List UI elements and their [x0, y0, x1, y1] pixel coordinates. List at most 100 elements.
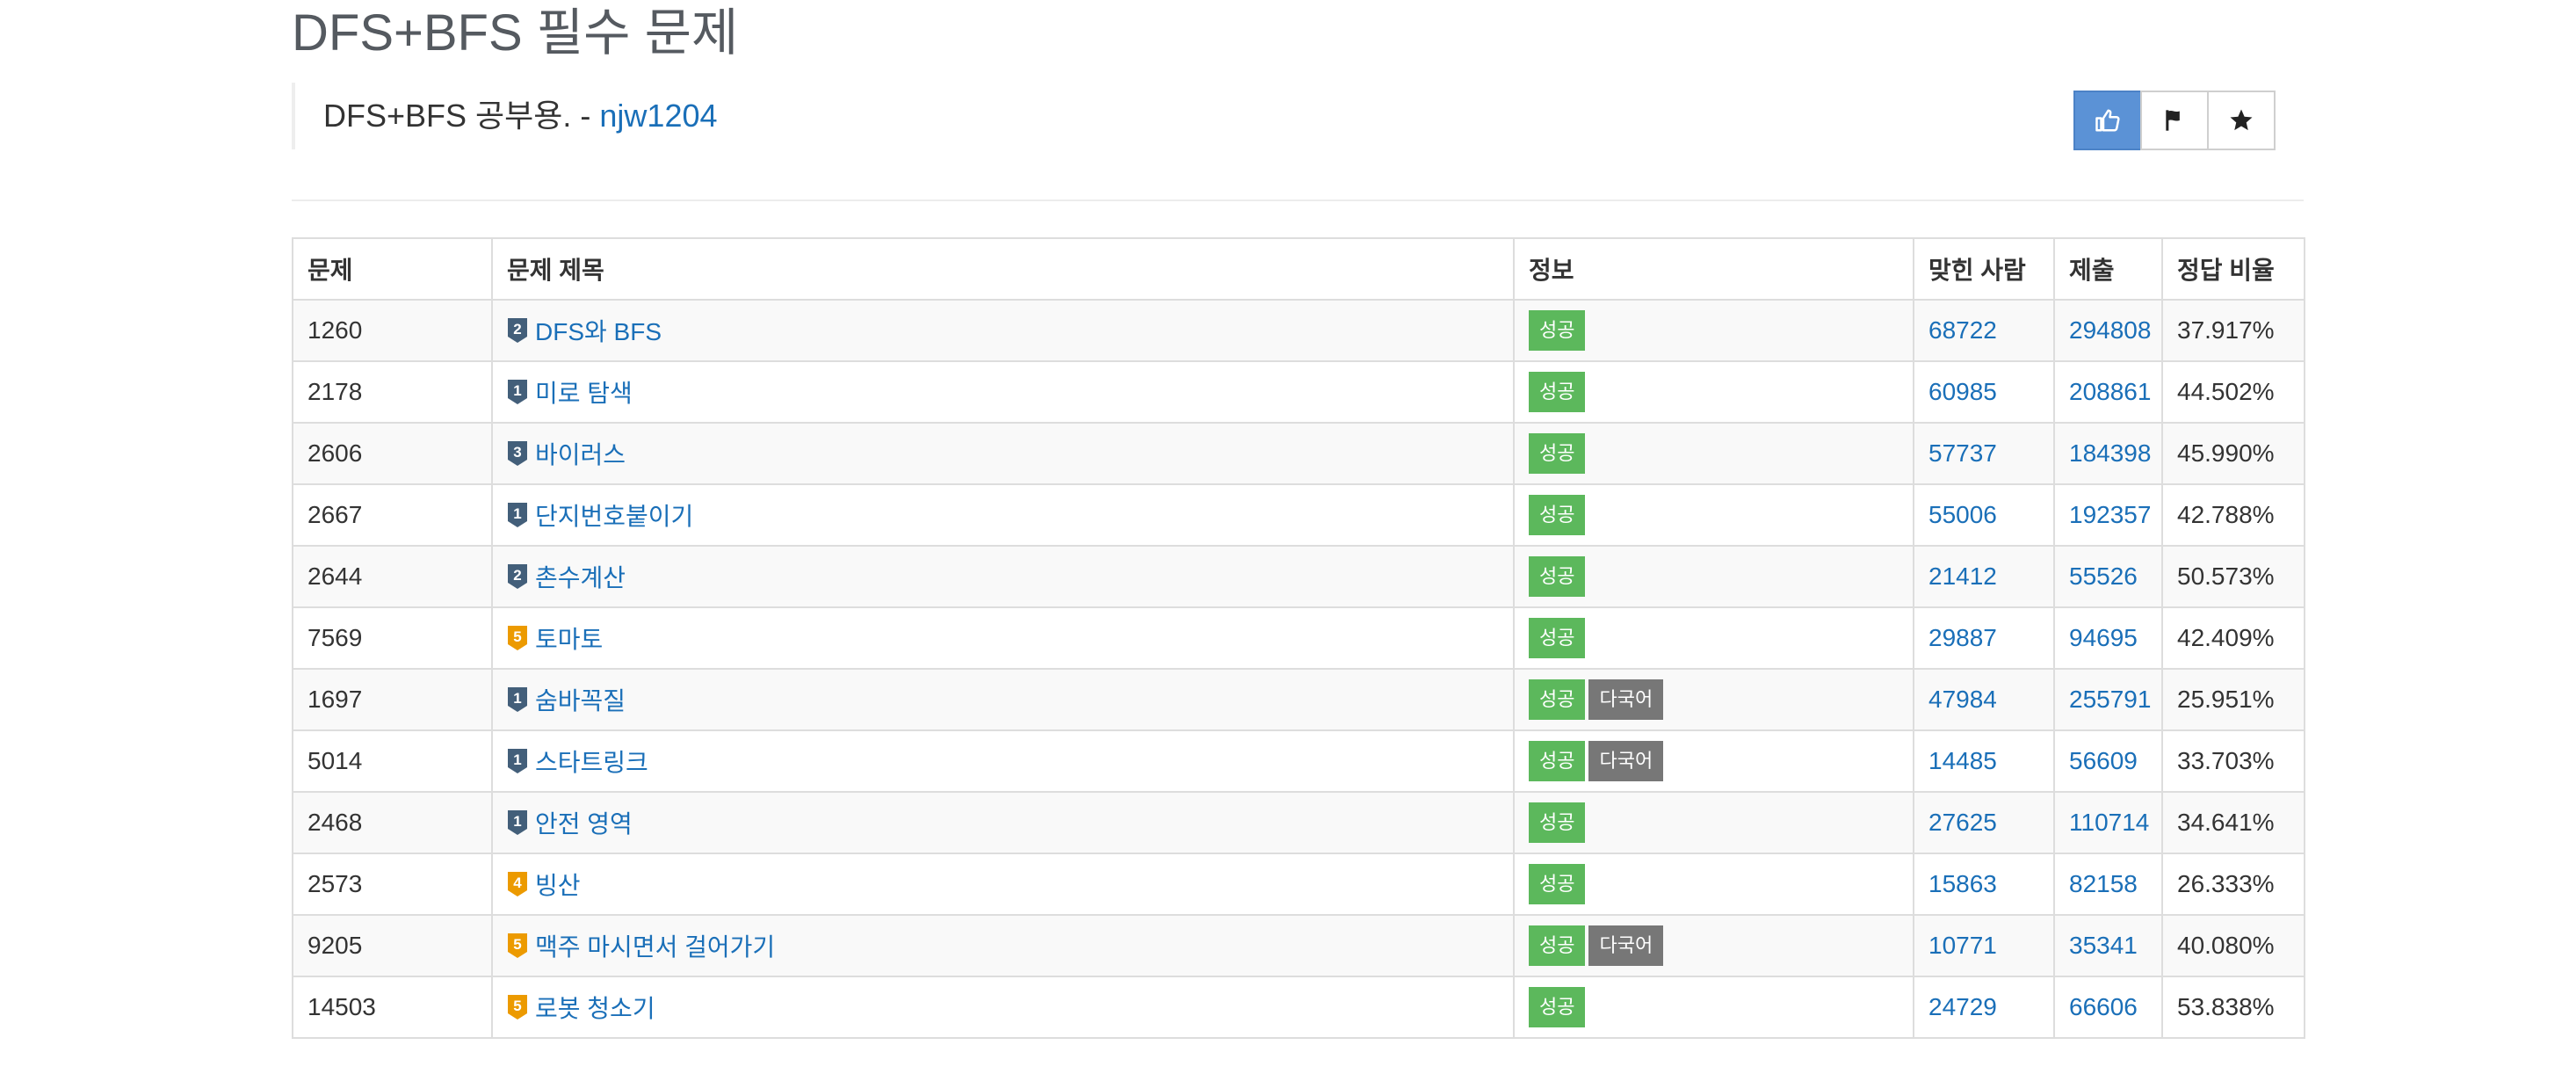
solved-count: 24729: [1913, 976, 2055, 1039]
problem-id: 2667: [292, 483, 493, 547]
submit-count-link[interactable]: 56609: [2069, 747, 2138, 774]
flag-button[interactable]: [2140, 91, 2209, 150]
svg-text:3: 3: [513, 444, 521, 461]
result-label-success: 성공: [1529, 495, 1586, 535]
problem-title-link[interactable]: 빙산: [535, 872, 581, 899]
solved-count: 47984: [1913, 668, 2055, 731]
solved-count-link[interactable]: 68722: [1928, 316, 1997, 344]
accept-ratio: 42.409%: [2161, 606, 2305, 670]
accept-ratio: 26.333%: [2161, 853, 2305, 916]
problem-title-link[interactable]: 단지번호붙이기: [535, 503, 693, 530]
submit-count-link[interactable]: 255791: [2069, 686, 2151, 713]
problem-title-link[interactable]: 토마토: [535, 626, 603, 653]
submit-count-link[interactable]: 192357: [2069, 501, 2151, 528]
problem-id: 14503: [292, 976, 493, 1039]
header-accept-ratio[interactable]: 정답 비율: [2161, 237, 2305, 301]
accept-ratio: 37.917%: [2161, 299, 2305, 362]
author-link[interactable]: njw1204: [599, 98, 717, 134]
problem-info: 성공 다국어: [1513, 729, 1914, 793]
solved-count-link[interactable]: 55006: [1928, 501, 1997, 528]
problem-rows: 1260 2 DFS와 BFS 성공 68722 294808 37.917% 2178 1 미로…: [292, 299, 2305, 1039]
svg-text:1: 1: [513, 382, 521, 399]
problem-title-link[interactable]: 촌수계산: [535, 564, 626, 591]
problem-info: 성공: [1513, 976, 1914, 1039]
problem-id: 2468: [292, 791, 493, 854]
problem-id: 2644: [292, 545, 493, 608]
problem-title-link[interactable]: 스타트링크: [535, 749, 648, 776]
problem-title-link[interactable]: 바이러스: [535, 441, 626, 468]
solved-count-link[interactable]: 47984: [1928, 686, 1997, 713]
solved-count-link[interactable]: 21412: [1928, 562, 1997, 590]
solved-count-link[interactable]: 15863: [1928, 870, 1997, 897]
problem-info: 성공: [1513, 360, 1914, 424]
solved-count-link[interactable]: 60985: [1928, 378, 1997, 405]
table-row: 1697 1 숨바꼭질 성공 다국어 47984 255791 25.951%: [292, 668, 2305, 731]
submit-count-link[interactable]: 208861: [2069, 378, 2151, 405]
tier-badge-icon: 3: [508, 441, 527, 466]
table-row: 5014 1 스타트링크 성공 다국어 14485 56609 33.703%: [292, 729, 2305, 793]
solved-count: 27625: [1913, 791, 2055, 854]
table-row: 9205 5 맥주 마시면서 걸어가기 성공 다국어 10771 35341 40.080%: [292, 914, 2305, 977]
tier-badge-icon: 4: [508, 872, 527, 896]
solved-count-link[interactable]: 10771: [1928, 932, 1997, 959]
submit-count-link[interactable]: 294808: [2069, 316, 2151, 344]
solved-count: 57737: [1913, 422, 2055, 485]
table-row: 14503 5 로봇 청소기 성공 24729 66606 53.838%: [292, 976, 2305, 1039]
result-label-success: 성공: [1529, 987, 1586, 1027]
problem-title-link[interactable]: 안전 영역: [535, 810, 633, 838]
solved-count: 15863: [1913, 853, 2055, 916]
solved-count-link[interactable]: 27625: [1928, 809, 1997, 836]
star-button[interactable]: [2207, 91, 2276, 150]
result-label-success: 성공: [1529, 618, 1586, 658]
problem-id: 5014: [292, 729, 493, 793]
solved-count: 29887: [1913, 606, 2055, 670]
solved-count-link[interactable]: 57737: [1928, 439, 1997, 467]
problem-title-link[interactable]: 미로 탐색: [535, 380, 633, 407]
svg-text:2: 2: [513, 567, 521, 584]
flag-icon: [2166, 110, 2180, 131]
solved-count-link[interactable]: 29887: [1928, 624, 1997, 651]
svg-text:1: 1: [513, 505, 521, 522]
problem-title-link[interactable]: 로봇 청소기: [535, 995, 655, 1022]
submit-count-link[interactable]: 94695: [2069, 624, 2138, 651]
problem-title-cell: 5 로봇 청소기: [491, 976, 1515, 1039]
submit-count-link[interactable]: 35341: [2069, 932, 2138, 959]
header-info[interactable]: 정보: [1513, 237, 1914, 301]
solved-count-link[interactable]: 24729: [1928, 993, 1997, 1020]
header-solved-count[interactable]: 맞힌 사람: [1913, 237, 2055, 301]
result-label-multilang: 다국어: [1588, 925, 1664, 966]
problem-title-link[interactable]: DFS와 BFS: [535, 318, 662, 345]
accept-ratio: 50.573%: [2161, 545, 2305, 608]
submit-count-link[interactable]: 66606: [2069, 993, 2138, 1020]
problem-title-link[interactable]: 숨바꼭질: [535, 687, 626, 715]
tier-badge-icon: 1: [508, 687, 527, 712]
solved-count-link[interactable]: 14485: [1928, 747, 1997, 774]
accept-ratio: 44.502%: [2161, 360, 2305, 424]
submit-count: 94695: [2053, 606, 2163, 670]
submit-count-link[interactable]: 110714: [2069, 809, 2149, 836]
header-problem-id[interactable]: 문제: [292, 237, 493, 301]
problem-info: 성공: [1513, 483, 1914, 547]
submit-count-link[interactable]: 184398: [2069, 439, 2151, 467]
table-row: 2644 2 촌수계산 성공 21412 55526 50.573%: [292, 545, 2305, 608]
accept-ratio: 42.788%: [2161, 483, 2305, 547]
svg-text:1: 1: [513, 690, 521, 707]
header-problem-title[interactable]: 문제 제목: [491, 237, 1515, 301]
header-submit-count[interactable]: 제출: [2053, 237, 2163, 301]
svg-text:5: 5: [513, 936, 521, 953]
problem-info: 성공 다국어: [1513, 668, 1914, 731]
problem-title-link[interactable]: 맥주 마시면서 걸어가기: [535, 933, 775, 961]
result-label-success: 성공: [1529, 679, 1586, 720]
submit-count-link[interactable]: 55526: [2069, 562, 2138, 590]
like-button[interactable]: [2073, 91, 2142, 150]
result-label-success: 성공: [1529, 433, 1586, 474]
problem-title-cell: 2 촌수계산: [491, 545, 1515, 608]
table-row: 1260 2 DFS와 BFS 성공 68722 294808 37.917%: [292, 299, 2305, 362]
submit-count: 82158: [2053, 853, 2163, 916]
submit-count-link[interactable]: 82158: [2069, 870, 2138, 897]
solved-count: 21412: [1913, 545, 2055, 608]
svg-text:5: 5: [513, 998, 521, 1014]
result-label-success: 성공: [1529, 372, 1586, 412]
tier-badge-icon: 1: [508, 810, 527, 835]
table-row: 2667 1 단지번호붙이기 성공 55006 192357 42.788%: [292, 483, 2305, 547]
